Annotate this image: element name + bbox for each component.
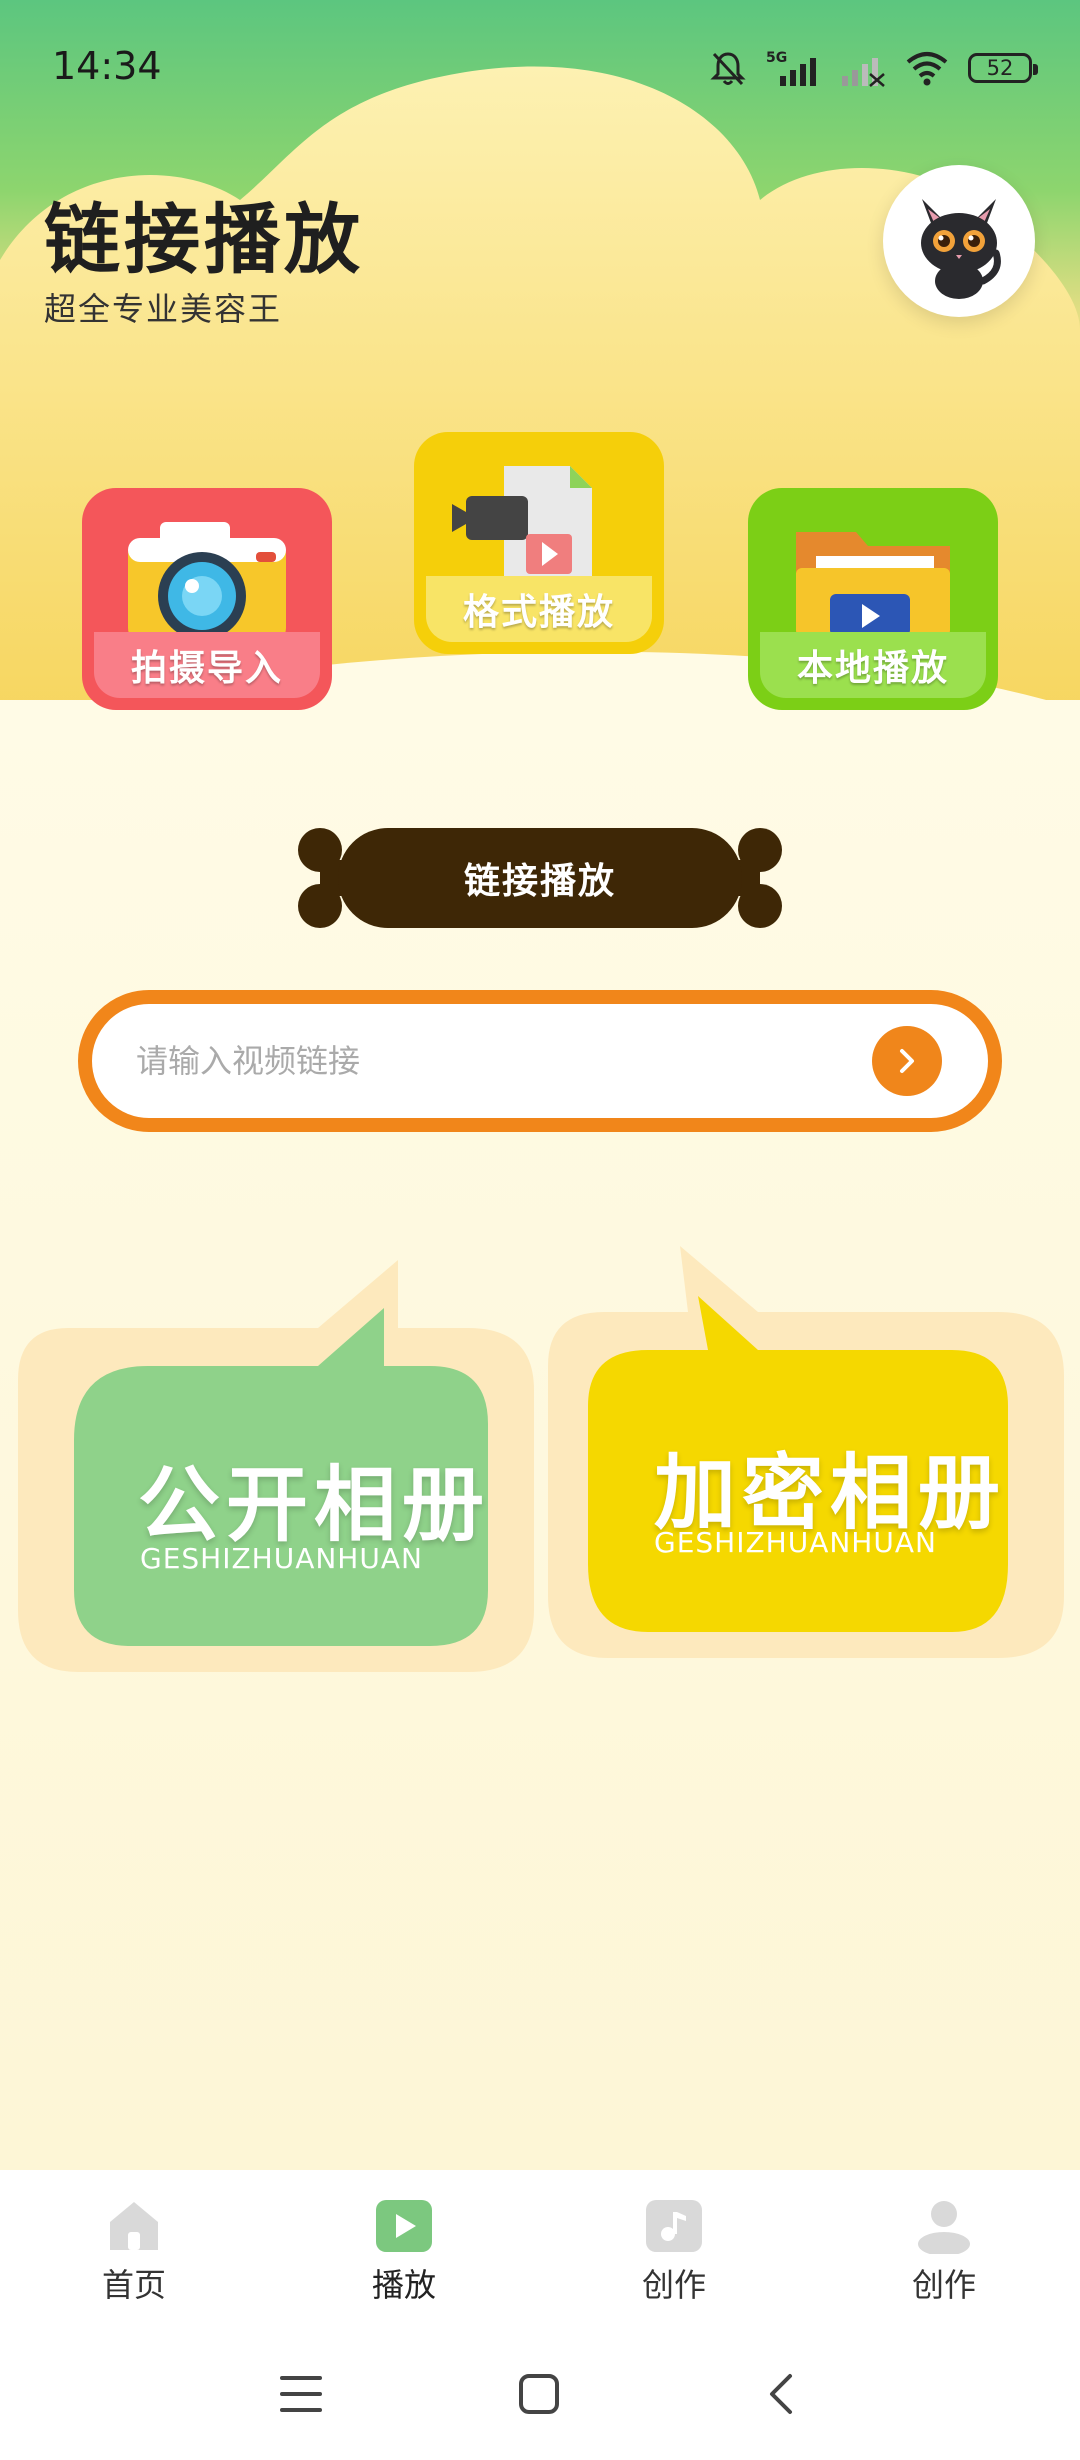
black-cat-icon	[921, 199, 1001, 299]
page-title: 链接播放	[44, 195, 364, 284]
status-time: 14:34	[52, 44, 162, 88]
page-subtitle: 超全专业美容王	[44, 290, 283, 328]
music-note-icon	[646, 2200, 702, 2252]
capture-import-label: 拍摄导入	[94, 632, 320, 698]
public-album-title: 公开相册	[138, 1458, 491, 1553]
play-icon	[376, 2200, 432, 2252]
video-file-icon	[452, 466, 592, 580]
ribbon-label: 链接播放	[463, 861, 616, 902]
battery-level: 52	[986, 56, 1014, 80]
nav-label-home: 首页	[101, 2266, 166, 2304]
local-play-label: 本地播放	[760, 632, 986, 698]
signal-5g-icon: 5G	[766, 50, 816, 86]
format-play-label: 格式播放	[426, 576, 652, 642]
video-link-input[interactable]	[92, 1041, 872, 1081]
nav-label-play: 播放	[371, 2266, 436, 2304]
local-play-tile[interactable]: 本地播放	[748, 488, 998, 710]
nav-label-create: 创作	[641, 2266, 706, 2304]
encrypted-album-card[interactable]: 加密相册 GESHIZHUANHUAN	[588, 1350, 1008, 1632]
menu-icon[interactable]	[280, 2372, 322, 2416]
nav-item-create[interactable]: 创作	[574, 2198, 774, 2306]
signal-weak-icon	[842, 58, 885, 87]
folder-video-icon	[796, 532, 950, 636]
link-search-box	[78, 990, 1002, 1132]
nav-label-profile: 创作	[911, 2266, 976, 2304]
public-album-subtitle: GESHIZHUANHUAN	[140, 1542, 423, 1575]
user-icon	[918, 2201, 970, 2254]
battery-indicator: 52	[968, 53, 1038, 83]
nav-item-profile[interactable]: 创作	[844, 2198, 1044, 2306]
mute-bell-icon	[710, 52, 746, 86]
submit-link-button[interactable]	[872, 1026, 942, 1096]
public-album-card[interactable]: 公开相册 GESHIZHUANHUAN	[74, 1366, 492, 1646]
nav-item-play[interactable]: 播放	[304, 2198, 504, 2306]
camera-icon	[128, 522, 286, 644]
nav-item-home[interactable]: 首页	[34, 2198, 234, 2306]
back-icon[interactable]	[760, 2372, 802, 2416]
wifi-icon	[906, 52, 948, 86]
home-icon	[110, 2202, 158, 2250]
home-square-icon[interactable]	[518, 2372, 560, 2416]
chevron-right-icon	[900, 1049, 914, 1073]
format-play-tile[interactable]: 格式播放	[414, 432, 664, 654]
encrypted-album-subtitle: GESHIZHUANHUAN	[654, 1526, 937, 1559]
status-icons: 5G 52	[708, 44, 1038, 92]
avatar[interactable]	[883, 165, 1035, 317]
network-label: 5G	[766, 50, 787, 66]
capture-import-tile[interactable]: 拍摄导入	[82, 488, 332, 710]
